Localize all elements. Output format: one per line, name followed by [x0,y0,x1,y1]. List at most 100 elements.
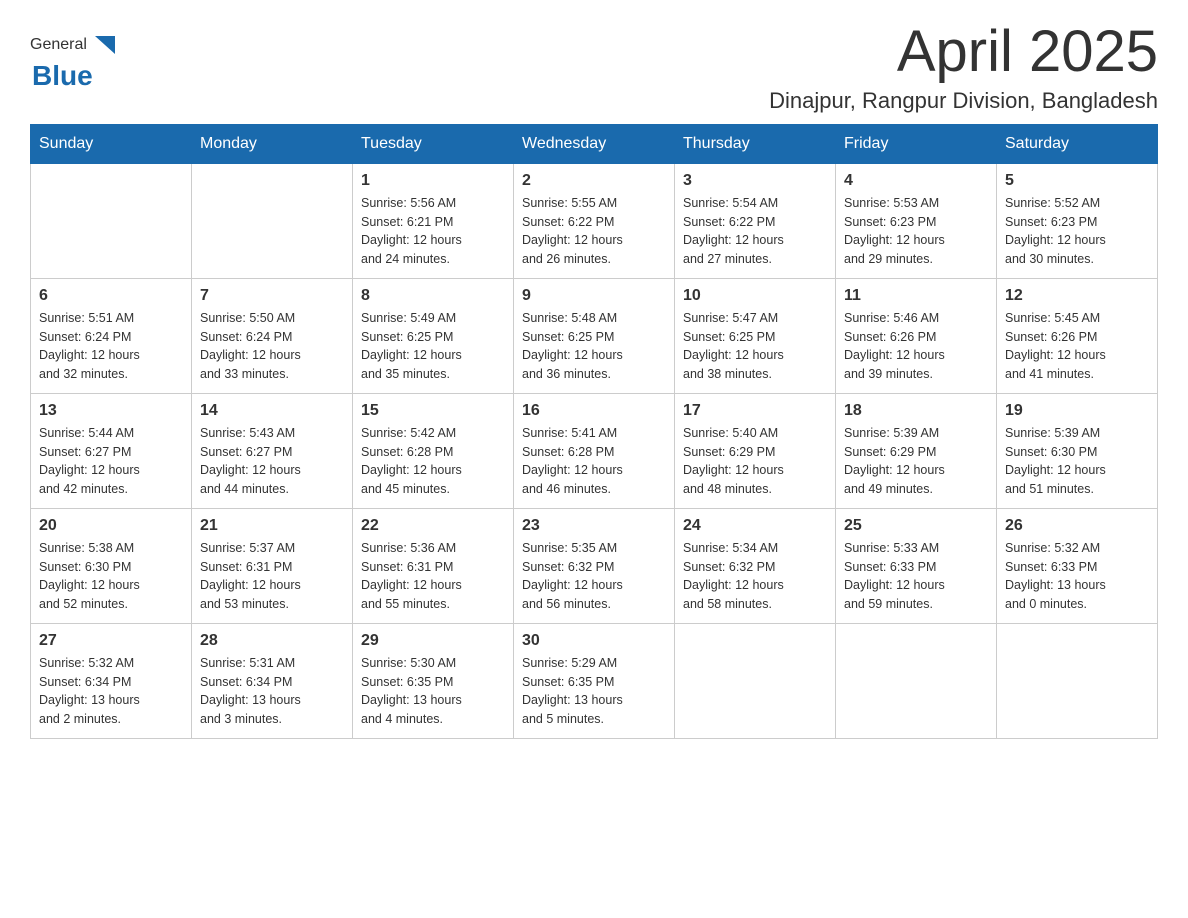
day-number: 23 [522,517,666,535]
day-info: Sunrise: 5:30 AMSunset: 6:35 PMDaylight:… [361,654,505,729]
calendar-cell: 15 Sunrise: 5:42 AMSunset: 6:28 PMDayligh… [353,393,514,508]
day-info: Sunrise: 5:53 AMSunset: 6:23 PMDaylight:… [844,194,988,269]
week-row-3: 13Sunrise: 5:44 AMSunset: 6:27 PMDayligh… [31,393,1158,508]
location-title: Dinajpur, Rangpur Division, Bangladesh [769,88,1158,114]
calendar-cell: 30 Sunrise: 5:29 AMSunset: 6:35 PMDayligh… [514,623,675,738]
day-number: 9 [522,287,666,305]
header-wednesday: Wednesday [514,124,675,163]
day-number: 3 [683,172,827,190]
month-title: April 2025 [769,20,1158,84]
header-thursday: Thursday [675,124,836,163]
day-info: Sunrise: 5:55 AMSunset: 6:22 PMDaylight:… [522,194,666,269]
day-info: Sunrise: 5:46 AMSunset: 6:26 PMDaylight:… [844,309,988,384]
header-sunday: Sunday [31,124,192,163]
calendar-cell: 17 Sunrise: 5:40 AMSunset: 6:29 PMDayligh… [675,393,836,508]
calendar-cell: 1Sunrise: 5:56 AMSunset: 6:21 PMDaylight… [353,163,514,278]
day-number: 16 [522,402,666,420]
day-info: Sunrise: 5:29 AMSunset: 6:35 PMDaylight:… [522,654,666,729]
day-info: Sunrise: 5:54 AMSunset: 6:22 PMDaylight:… [683,194,827,269]
day-info: Sunrise: 5:49 AMSunset: 6:25 PMDaylight:… [361,309,505,384]
day-number: 10 [683,287,827,305]
logo-general-text: General [30,36,87,54]
week-row-4: 20 Sunrise: 5:38 AMSunset: 6:30 PMDayligh… [31,508,1158,623]
calendar-cell: 6 Sunrise: 5:51 AMSunset: 6:24 PMDaylight… [31,278,192,393]
day-info: Sunrise: 5:48 AMSunset: 6:25 PMDaylight:… [522,309,666,384]
day-number: 5 [1005,172,1149,190]
day-number: 29 [361,632,505,650]
calendar-cell: 2 Sunrise: 5:55 AMSunset: 6:22 PMDaylight… [514,163,675,278]
day-info: Sunrise: 5:51 AMSunset: 6:24 PMDaylight:… [39,309,183,384]
calendar-cell: 11 Sunrise: 5:46 AMSunset: 6:26 PMDayligh… [836,278,997,393]
day-info: Sunrise: 5:34 AMSunset: 6:32 PMDaylight:… [683,539,827,614]
day-number: 30 [522,632,666,650]
day-info: Sunrise: 5:32 AMSunset: 6:33 PMDaylight:… [1005,539,1149,614]
day-info: Sunrise: 5:37 AMSunset: 6:31 PMDaylight:… [200,539,344,614]
calendar-cell: 8 Sunrise: 5:49 AMSunset: 6:25 PMDaylight… [353,278,514,393]
day-info: Sunrise: 5:43 AMSunset: 6:27 PMDaylight:… [200,424,344,499]
day-number: 11 [844,287,988,305]
calendar-cell: 4 Sunrise: 5:53 AMSunset: 6:23 PMDaylight… [836,163,997,278]
day-info: Sunrise: 5:52 AMSunset: 6:23 PMDaylight:… [1005,194,1149,269]
logo-blue-text: Blue [32,60,93,91]
calendar-cell [997,623,1158,738]
day-info: Sunrise: 5:36 AMSunset: 6:31 PMDaylight:… [361,539,505,614]
day-info: Sunrise: 5:56 AMSunset: 6:21 PMDaylight:… [361,194,505,269]
week-row-5: 27Sunrise: 5:32 AMSunset: 6:34 PMDayligh… [31,623,1158,738]
day-number: 4 [844,172,988,190]
logo: General Blue [30,30,119,92]
day-info: Sunrise: 5:47 AMSunset: 6:25 PMDaylight:… [683,309,827,384]
calendar-cell: 18 Sunrise: 5:39 AMSunset: 6:29 PMDayligh… [836,393,997,508]
week-row-2: 6 Sunrise: 5:51 AMSunset: 6:24 PMDaylight… [31,278,1158,393]
day-number: 24 [683,517,827,535]
calendar-cell [675,623,836,738]
day-number: 18 [844,402,988,420]
calendar-table: SundayMondayTuesdayWednesdayThursdayFrid… [30,124,1158,739]
day-info: Sunrise: 5:42 AMSunset: 6:28 PMDaylight:… [361,424,505,499]
day-number: 19 [1005,402,1149,420]
day-number: 14 [200,402,344,420]
calendar-cell: 13Sunrise: 5:44 AMSunset: 6:27 PMDayligh… [31,393,192,508]
day-info: Sunrise: 5:35 AMSunset: 6:32 PMDaylight:… [522,539,666,614]
day-number: 17 [683,402,827,420]
calendar-cell: 26 Sunrise: 5:32 AMSunset: 6:33 PMDayligh… [997,508,1158,623]
calendar-cell: 3 Sunrise: 5:54 AMSunset: 6:22 PMDaylight… [675,163,836,278]
calendar-cell [836,623,997,738]
calendar-cell: 5 Sunrise: 5:52 AMSunset: 6:23 PMDaylight… [997,163,1158,278]
day-info: Sunrise: 5:39 AMSunset: 6:30 PMDaylight:… [1005,424,1149,499]
calendar-cell [31,163,192,278]
header-tuesday: Tuesday [353,124,514,163]
day-number: 7 [200,287,344,305]
header-friday: Friday [836,124,997,163]
day-number: 20 [39,517,183,535]
day-number: 12 [1005,287,1149,305]
day-info: Sunrise: 5:39 AMSunset: 6:29 PMDaylight:… [844,424,988,499]
day-number: 8 [361,287,505,305]
day-info: Sunrise: 5:38 AMSunset: 6:30 PMDaylight:… [39,539,183,614]
header-saturday: Saturday [997,124,1158,163]
day-info: Sunrise: 5:50 AMSunset: 6:24 PMDaylight:… [200,309,344,384]
day-number: 21 [200,517,344,535]
day-number: 28 [200,632,344,650]
day-info: Sunrise: 5:45 AMSunset: 6:26 PMDaylight:… [1005,309,1149,384]
calendar-cell: 16Sunrise: 5:41 AMSunset: 6:28 PMDayligh… [514,393,675,508]
day-number: 15 [361,402,505,420]
calendar-cell: 27Sunrise: 5:32 AMSunset: 6:34 PMDayligh… [31,623,192,738]
day-number: 26 [1005,517,1149,535]
logo-triangle-icon [91,32,119,60]
calendar-cell [192,163,353,278]
day-number: 2 [522,172,666,190]
day-number: 22 [361,517,505,535]
page-header: General Blue April 2025 Dinajpur, Rangpu… [30,20,1158,114]
day-number: 6 [39,287,183,305]
calendar-cell: 20 Sunrise: 5:38 AMSunset: 6:30 PMDayligh… [31,508,192,623]
calendar-cell: 24 Sunrise: 5:34 AMSunset: 6:32 PMDayligh… [675,508,836,623]
calendar-cell: 23 Sunrise: 5:35 AMSunset: 6:32 PMDayligh… [514,508,675,623]
day-info: Sunrise: 5:31 AMSunset: 6:34 PMDaylight:… [200,654,344,729]
day-number: 27 [39,632,183,650]
calendar-cell: 9 Sunrise: 5:48 AMSunset: 6:25 PMDaylight… [514,278,675,393]
day-info: Sunrise: 5:40 AMSunset: 6:29 PMDaylight:… [683,424,827,499]
calendar-cell: 10 Sunrise: 5:47 AMSunset: 6:25 PMDayligh… [675,278,836,393]
title-section: April 2025 Dinajpur, Rangpur Division, B… [769,20,1158,114]
calendar-cell: 14 Sunrise: 5:43 AMSunset: 6:27 PMDayligh… [192,393,353,508]
calendar-cell: 22 Sunrise: 5:36 AMSunset: 6:31 PMDayligh… [353,508,514,623]
